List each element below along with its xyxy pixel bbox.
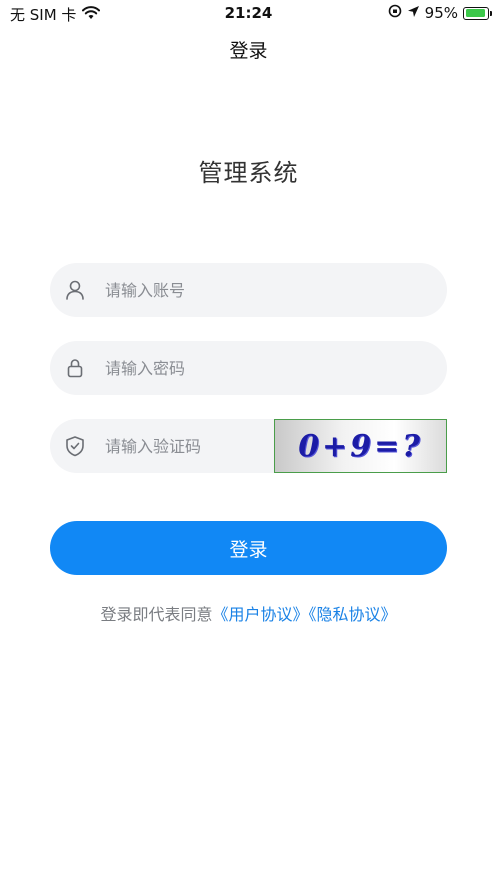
privacy-policy-link[interactable]: 《隐私协议》 — [309, 605, 397, 624]
password-field[interactable] — [50, 341, 447, 395]
username-field[interactable] — [50, 263, 447, 317]
status-right: 95% — [388, 4, 492, 22]
login-button[interactable]: 登录 — [50, 521, 447, 575]
captcha-field[interactable]: 0+9=? — [50, 419, 447, 473]
captcha-input[interactable] — [105, 436, 255, 456]
username-input[interactable] — [105, 280, 355, 300]
agreement-text: 登录即代表同意《用户协议》《隐私协议》 — [0, 601, 497, 625]
location-icon — [407, 4, 420, 22]
shield-check-icon — [63, 434, 87, 458]
user-agreement-link[interactable]: 《用户协议》 — [212, 605, 308, 624]
orientation-lock-icon — [388, 4, 402, 22]
status-bar: 无 SIM 卡 21:24 95% — [0, 0, 497, 28]
battery-icon — [463, 6, 492, 20]
app-title: 管理系统 — [198, 159, 299, 187]
captcha-image-text: 0+9=? — [298, 428, 423, 464]
agreement-prefix: 登录即代表同意 — [100, 605, 213, 624]
captcha-image[interactable]: 0+9=? — [274, 419, 447, 473]
lock-icon — [63, 356, 87, 380]
nav-title: 登录 — [229, 40, 268, 62]
user-icon — [63, 278, 87, 302]
password-input[interactable] — [105, 358, 355, 378]
battery-percent: 95% — [424, 4, 458, 22]
